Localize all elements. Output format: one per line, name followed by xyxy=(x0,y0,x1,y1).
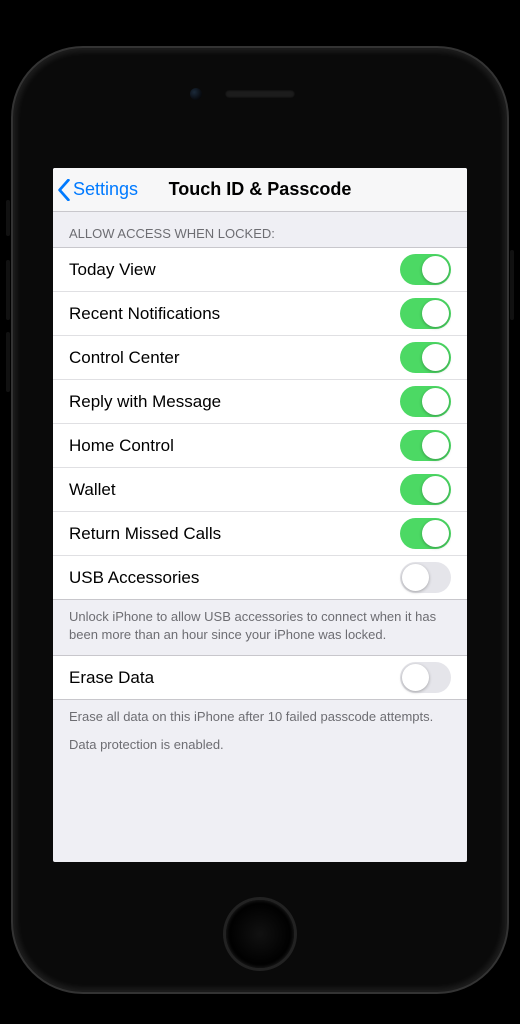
toggle-switch[interactable] xyxy=(400,254,451,285)
toggle-knob xyxy=(422,256,449,283)
back-label: Settings xyxy=(73,179,138,200)
side-button-vol-up xyxy=(6,260,10,320)
front-camera-icon xyxy=(190,88,202,100)
setting-row-label: Reply with Message xyxy=(69,392,221,412)
side-button-vol-down xyxy=(6,332,10,392)
toggle-knob xyxy=(402,664,429,691)
toggle-knob xyxy=(422,300,449,327)
setting-row: Reply with Message xyxy=(53,380,467,424)
setting-row-label: USB Accessories xyxy=(69,568,199,588)
screen: Settings Touch ID & Passcode Allow Acces… xyxy=(53,168,467,862)
section-footer-erase: Erase all data on this iPhone after 10 f… xyxy=(53,700,467,765)
section-header-access: Allow Access When Locked: xyxy=(53,212,467,247)
setting-row-label: Return Missed Calls xyxy=(69,524,221,544)
toggle-switch[interactable] xyxy=(400,562,451,593)
setting-row-label: Erase Data xyxy=(69,668,154,688)
toggle-switch[interactable] xyxy=(400,518,451,549)
toggle-knob xyxy=(422,520,449,547)
setting-row: USB Accessories xyxy=(53,556,467,600)
toggle-knob xyxy=(422,476,449,503)
toggle-knob xyxy=(422,388,449,415)
nav-bar: Settings Touch ID & Passcode xyxy=(53,168,467,212)
toggle-switch[interactable] xyxy=(400,430,451,461)
toggle-switch[interactable] xyxy=(400,342,451,373)
toggle-switch[interactable] xyxy=(400,386,451,417)
setting-row: Wallet xyxy=(53,468,467,512)
group-erase: Erase Data xyxy=(53,655,467,700)
back-button[interactable]: Settings xyxy=(53,179,138,201)
side-button-mute xyxy=(6,200,10,236)
setting-row: Home Control xyxy=(53,424,467,468)
home-button[interactable] xyxy=(226,900,294,968)
phone-frame: Settings Touch ID & Passcode Allow Acces… xyxy=(15,50,505,990)
toggle-switch[interactable] xyxy=(400,474,451,505)
setting-row-label: Control Center xyxy=(69,348,180,368)
toggle-knob xyxy=(422,344,449,371)
toggle-knob xyxy=(402,564,429,591)
setting-row: Return Missed Calls xyxy=(53,512,467,556)
setting-row: Today View xyxy=(53,247,467,292)
side-button-power xyxy=(510,250,514,320)
setting-row: Recent Notifications xyxy=(53,292,467,336)
setting-row-label: Today View xyxy=(69,260,156,280)
toggle-switch[interactable] xyxy=(400,662,451,693)
chevron-left-icon xyxy=(57,179,71,201)
setting-row-label: Recent Notifications xyxy=(69,304,220,324)
setting-row: Control Center xyxy=(53,336,467,380)
setting-row: Erase Data xyxy=(53,655,467,700)
toggle-knob xyxy=(422,432,449,459)
setting-row-label: Home Control xyxy=(69,436,174,456)
group-access: Today View Recent Notifications Control Ce… xyxy=(53,247,467,600)
section-footer-access: Unlock iPhone to allow USB accessories t… xyxy=(53,600,467,655)
toggle-switch[interactable] xyxy=(400,298,451,329)
setting-row-label: Wallet xyxy=(69,480,116,500)
